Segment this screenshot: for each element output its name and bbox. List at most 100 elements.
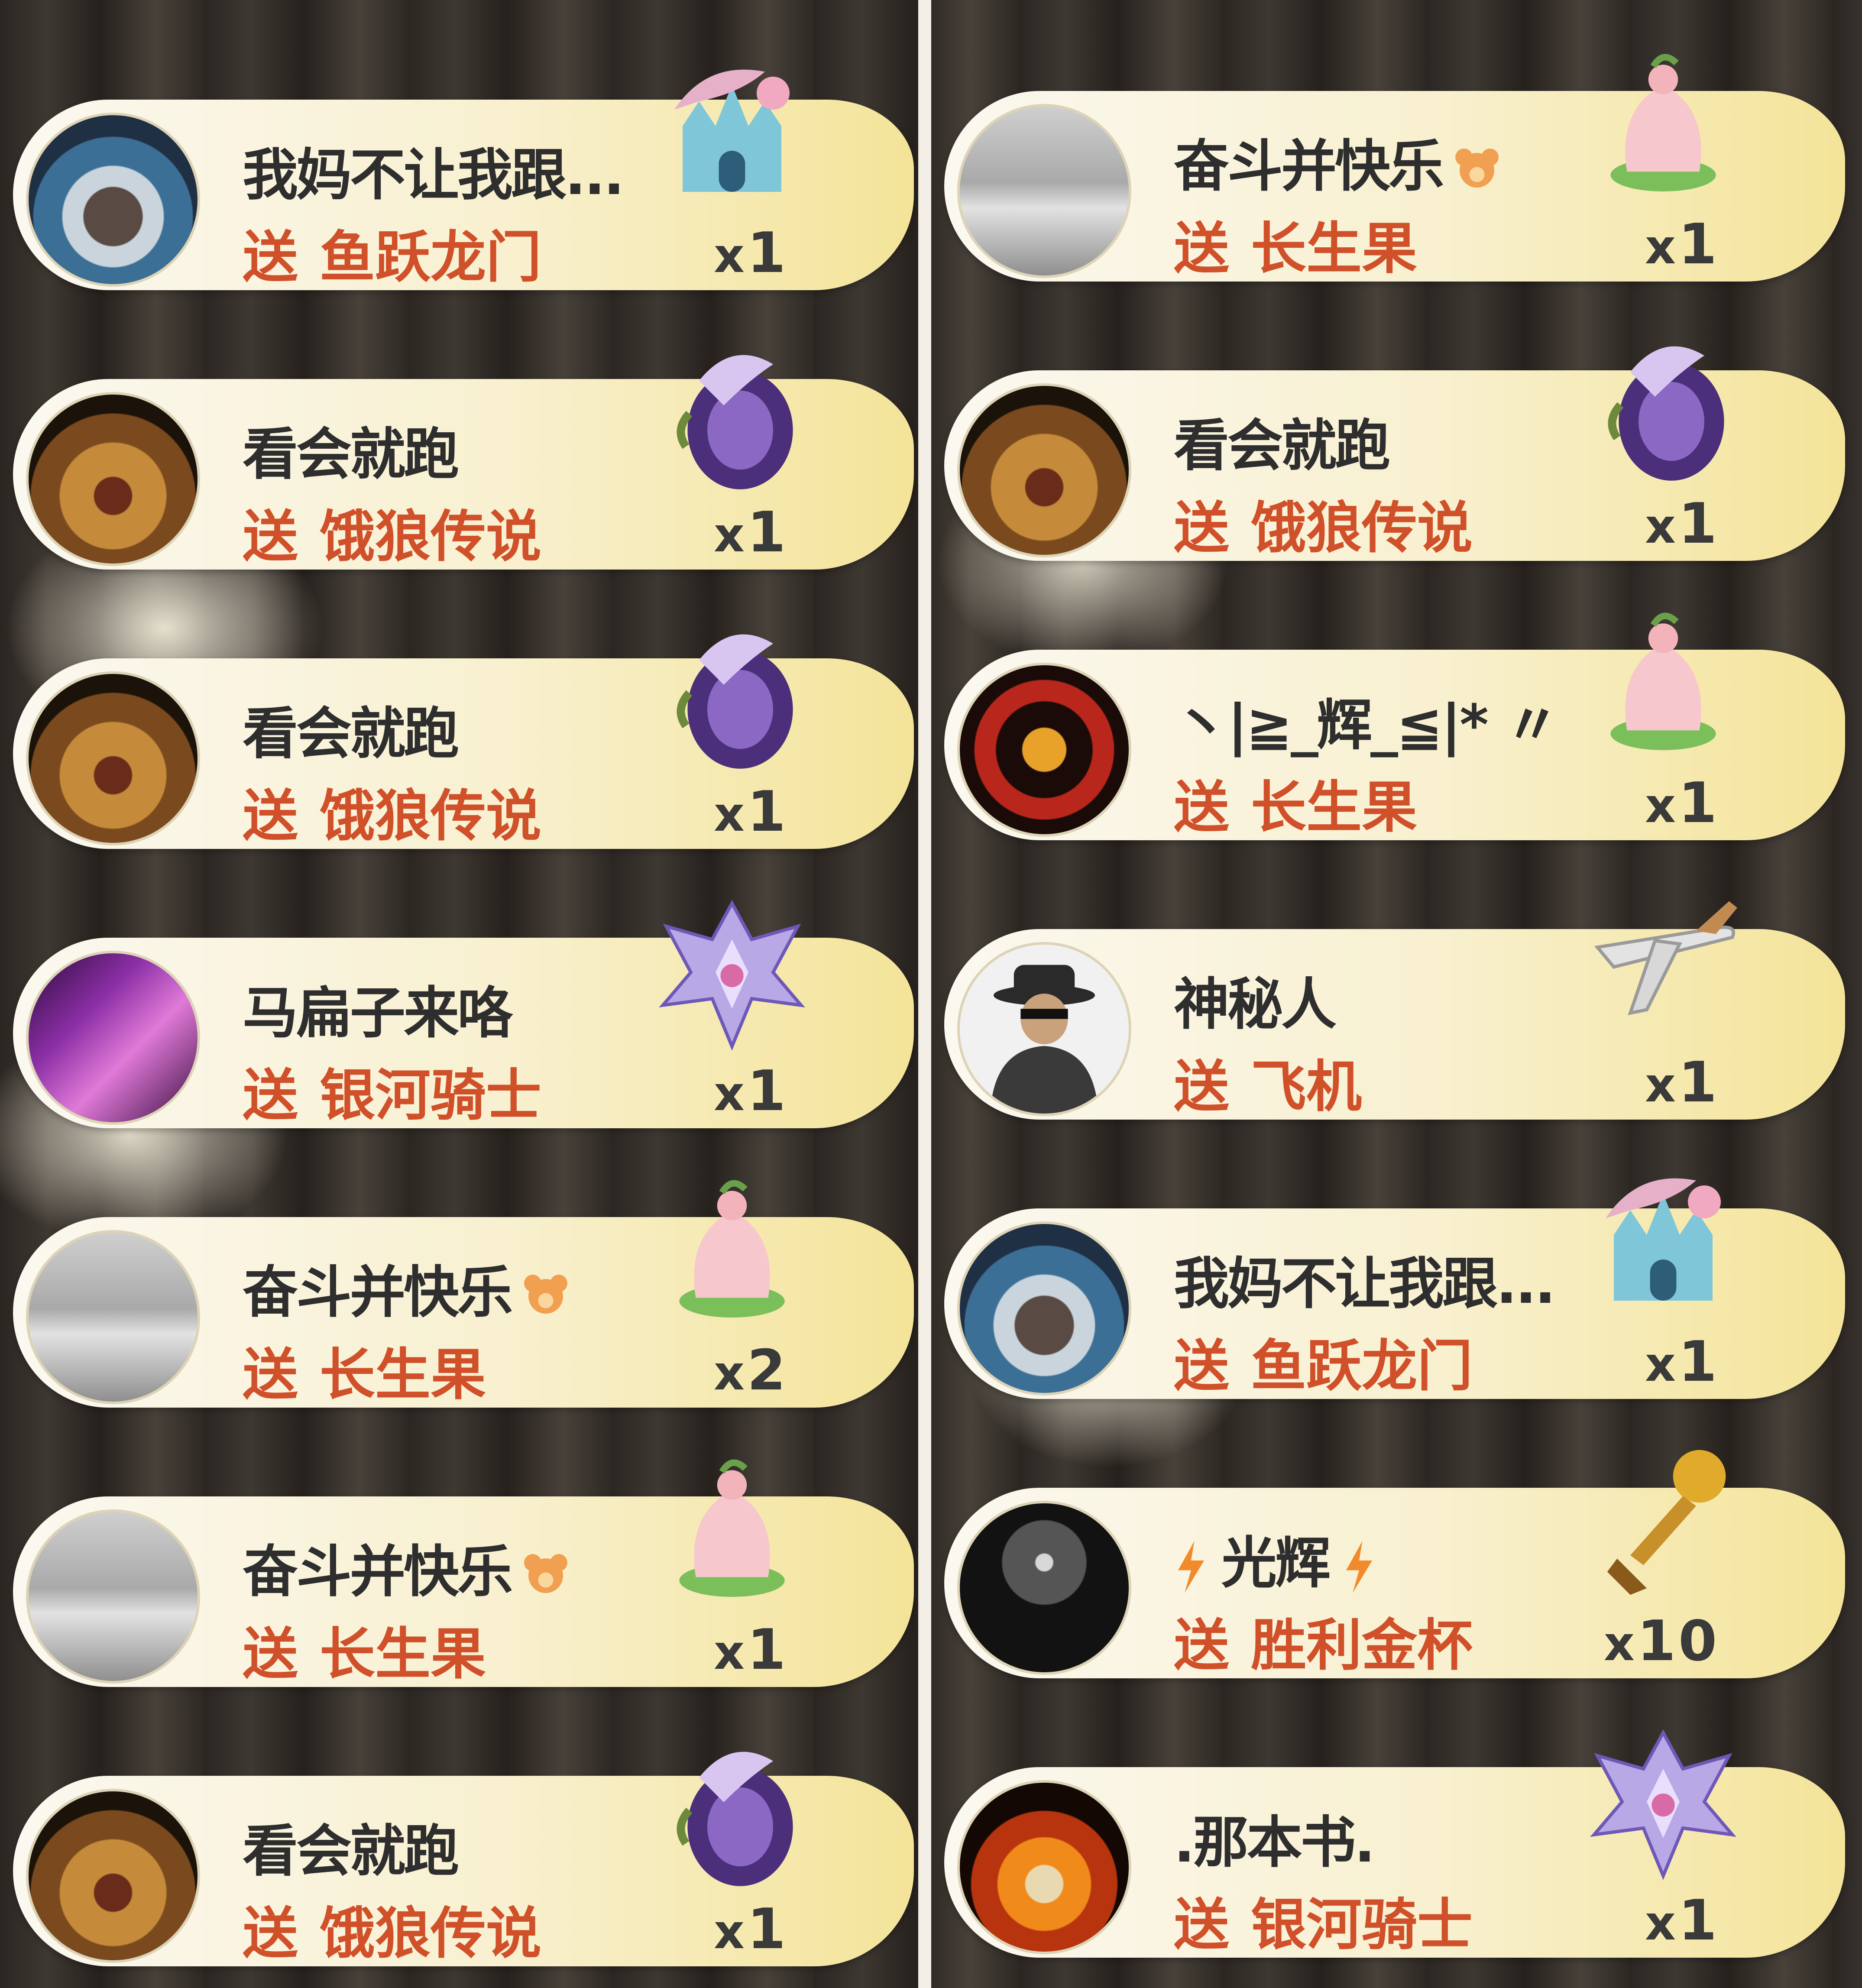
- grey-cloud-avatar[interactable]: [26, 1230, 200, 1404]
- sender-name: 看会就跑: [243, 1819, 459, 1884]
- galaxy-knight-emblem-icon: [1590, 1729, 1736, 1880]
- gift-line: 送长生果: [1174, 204, 1417, 284]
- gift-line: 送长生果: [1174, 762, 1417, 842]
- gift-message: 看会就跑 送饿狼传说 x1: [0, 1752, 918, 1966]
- gift-line: 送饿狼传说: [243, 771, 541, 851]
- gift-message: 奋斗并快乐 送长生果 x1: [0, 1459, 918, 1687]
- gift-message: 我妈不让我跟... 送鱼跃龙门 x1: [0, 69, 918, 290]
- gift-count: x1: [713, 221, 788, 285]
- gift-line: 送鱼跃龙门: [1174, 1321, 1473, 1401]
- gift-line: 送饿狼传说: [1174, 483, 1473, 563]
- longevity-fruit-icon: [679, 1459, 785, 1597]
- gift-name: 胜利金杯: [1251, 1613, 1473, 1678]
- lion-avatar[interactable]: [26, 392, 200, 566]
- gift-line: 送银河骑士: [1174, 1880, 1473, 1960]
- lightning-bolt-icon: [1346, 1541, 1373, 1593]
- dark-logo-avatar[interactable]: [957, 1501, 1131, 1675]
- sender-name: 看会就跑: [243, 422, 459, 487]
- bear-badge-icon: [524, 1274, 568, 1314]
- longevity-fruit-icon: [679, 1180, 785, 1318]
- grey-cloud-avatar[interactable]: [957, 104, 1131, 278]
- gift-count: x1: [1645, 1888, 1720, 1953]
- gift-count: x2: [713, 1338, 788, 1403]
- gift-message: 看会就跑 送饿狼传说 x1: [931, 346, 1849, 561]
- gift-message: 看会就跑 送饿狼传说 x1: [0, 355, 918, 570]
- gift-line: 送飞机: [1174, 1042, 1362, 1122]
- gift-name: 长生果: [1251, 217, 1418, 281]
- gift-line: 送长生果: [243, 1609, 486, 1689]
- gift-line: 送银河骑士: [243, 1050, 541, 1130]
- gift-message: 光辉 送胜利金杯 x10: [931, 1450, 1849, 1678]
- golden-trophy-icon: [1607, 1450, 1726, 1595]
- wolf-legend-egg-icon: [677, 634, 793, 769]
- purple-scene-avatar[interactable]: [26, 951, 200, 1125]
- gift-feed-left-column: 我妈不让我跟... 送鱼跃龙门 x1 看会就跑 送饿狼传说 x1 看会就跑 送饿…: [0, 0, 918, 1988]
- send-verb: 送: [1174, 217, 1230, 281]
- gift-name: 银河骑士: [320, 1063, 542, 1128]
- gift-line: 送饿狼传说: [243, 1888, 541, 1969]
- dragon-emblem-avatar[interactable]: [957, 663, 1131, 837]
- column-divider: [918, 0, 931, 1988]
- gift-message: 马扁子来咯 送银河骑士 x1: [0, 900, 918, 1128]
- gift-message: .那本书. 送银河骑士 x1: [931, 1729, 1849, 1958]
- send-verb: 送: [1174, 1893, 1230, 1957]
- sender-name: 丶|≧_辉_≦|* 〃: [1174, 693, 1560, 758]
- send-verb: 送: [243, 1063, 298, 1128]
- gift-count: x1: [1645, 1330, 1720, 1394]
- longevity-fruit-icon: [1610, 612, 1716, 750]
- gift-name: 银河骑士: [1251, 1893, 1473, 1957]
- longevity-fruit-icon: [1610, 54, 1716, 191]
- gift-message: 看会就跑 送饿狼传说 x1: [0, 634, 918, 849]
- gift-name: 飞机: [1251, 1055, 1362, 1119]
- sender-name: 马扁子来咯: [243, 981, 513, 1046]
- user-photo-avatar[interactable]: [26, 113, 200, 287]
- bear-badge-icon: [1455, 148, 1499, 188]
- gift-count: x1: [713, 1897, 788, 1962]
- gift-name: 长生果: [1251, 775, 1418, 840]
- wolf-legend-egg-icon: [1608, 346, 1724, 481]
- lion-avatar[interactable]: [26, 1789, 200, 1963]
- gift-line: 送鱼跃龙门: [243, 212, 541, 292]
- gift-name: 饿狼传说: [320, 1901, 542, 1966]
- mystery-man-avatar[interactable]: [957, 942, 1131, 1116]
- send-verb: 送: [243, 225, 298, 290]
- sender-name: 我妈不让我跟...: [1174, 1252, 1556, 1316]
- galaxy-knight-emblem-icon: [659, 900, 805, 1051]
- dragon-gate-castle-icon: [1606, 1178, 1721, 1301]
- gift-message: 神秘人 送飞机 x1: [931, 901, 1849, 1120]
- sender-name: 看会就跑: [243, 702, 459, 766]
- sender-name: .那本书.: [1174, 1810, 1375, 1875]
- gift-feed-right-column: 奋斗并快乐 送长生果 x1 看会就跑 送饿狼传说 x1 丶|≧_辉_≦|* 〃 …: [931, 0, 1849, 1988]
- flaming-skull-avatar[interactable]: [957, 1780, 1131, 1954]
- sender-name: 奋斗并快乐: [243, 1527, 667, 1607]
- gift-count: x1: [713, 500, 788, 565]
- dragon-gate-castle-icon: [674, 69, 790, 192]
- grey-cloud-avatar[interactable]: [26, 1509, 200, 1684]
- mystery-man-icon: [990, 965, 1098, 1114]
- gift-message: 我妈不让我跟... 送鱼跃龙门 x1: [931, 1178, 1849, 1399]
- gift-count: x1: [1645, 771, 1720, 835]
- gift-name: 饿狼传说: [320, 784, 542, 848]
- lightning-bolt-icon: [1178, 1541, 1204, 1593]
- wolf-legend-egg-icon: [677, 1752, 793, 1886]
- user-photo-avatar[interactable]: [957, 1221, 1131, 1395]
- lion-avatar[interactable]: [26, 671, 200, 845]
- airplane-icon: [1594, 901, 1737, 1016]
- gift-name: 长生果: [320, 1343, 486, 1407]
- sender-name: 光辉: [1174, 1518, 1598, 1598]
- gift-line: 送胜利金杯: [1174, 1600, 1473, 1680]
- send-verb: 送: [243, 505, 298, 569]
- gift-message: 丶|≧_辉_≦|* 〃 送长生果 x1: [931, 612, 1849, 840]
- send-verb: 送: [243, 1622, 298, 1687]
- gift-count: x1: [1645, 1050, 1720, 1115]
- gift-line: 送饿狼传说: [243, 492, 541, 572]
- gift-name: 饿狼传说: [1251, 496, 1473, 560]
- sender-name: 奋斗并快乐: [243, 1247, 667, 1327]
- send-verb: 送: [243, 1901, 298, 1966]
- send-verb: 送: [1174, 1334, 1230, 1399]
- gift-name: 饿狼传说: [320, 505, 542, 569]
- sender-name: 我妈不让我跟...: [243, 143, 625, 207]
- gift-name: 鱼跃龙门: [320, 225, 542, 290]
- lion-avatar[interactable]: [957, 383, 1131, 557]
- send-verb: 送: [1174, 775, 1230, 840]
